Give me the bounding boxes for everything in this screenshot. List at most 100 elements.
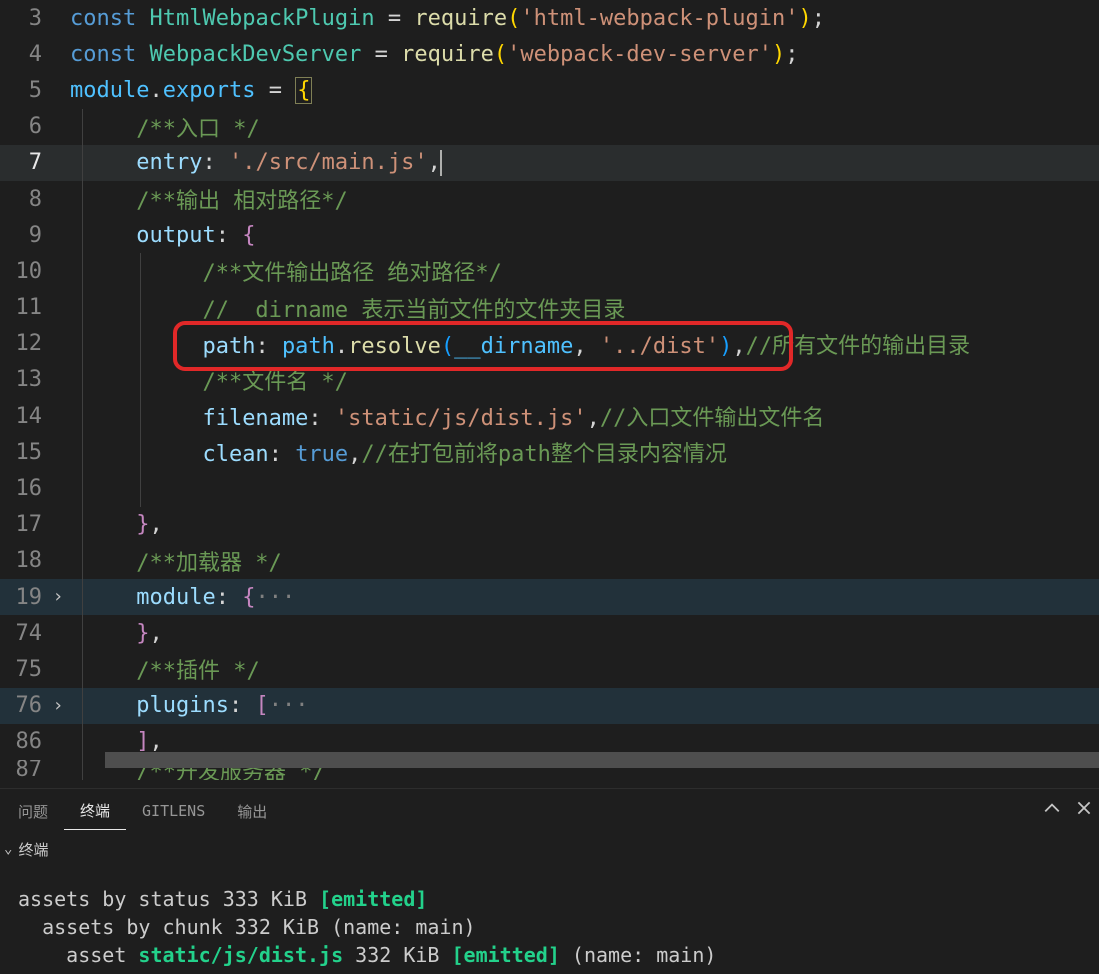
code-editor[interactable]: 3 const HtmlWebpackPlugin = require('htm… (0, 0, 1099, 788)
code-line-folded[interactable]: 76 › plugins: [··· (0, 688, 1099, 724)
line-number: 10 (0, 259, 46, 284)
colon: : (216, 585, 229, 610)
line-number: 5 (0, 78, 46, 103)
term-text: assets by chunk 332 KiB (name: main) (18, 915, 476, 939)
line-number: 11 (0, 295, 46, 320)
prop-module: module (136, 585, 215, 610)
paren: ) (799, 6, 812, 31)
code-line[interactable]: 3 const HtmlWebpackPlugin = require('htm… (0, 0, 1099, 36)
fold-ellipsis[interactable]: ··· (255, 585, 295, 610)
code-line[interactable]: 16 (0, 470, 1099, 506)
code-line[interactable]: 13 /**文件名 */ (0, 362, 1099, 398)
tab-output[interactable]: 输出 (221, 791, 283, 830)
term-text: assets by status 333 KiB (18, 887, 319, 911)
close-icon[interactable] (1075, 799, 1093, 821)
paren: ) (719, 334, 732, 359)
line-number: 87 (0, 760, 46, 780)
term-emitted: [emitted] (319, 887, 427, 911)
panel-tabbar: 问题 终端 GITLENS 输出 (0, 789, 1099, 831)
fold-ellipsis[interactable]: ··· (269, 693, 309, 718)
tab-gitlens[interactable]: GITLENS (126, 792, 221, 828)
code-line[interactable]: 10 /**文件输出路径 绝对路径*/ (0, 253, 1099, 289)
code-line[interactable]: 12 path: path.resolve(__dirname, '../dis… (0, 326, 1099, 362)
semicolon: ; (812, 6, 825, 31)
term-asset-path: static/js/dist.js (138, 943, 343, 967)
code-line[interactable]: 5 module.exports = { (0, 72, 1099, 108)
panel-sub-label: 终端 (18, 839, 48, 860)
prop-plugins: plugins (136, 693, 229, 718)
keyword-true: true (295, 442, 348, 467)
code-line[interactable]: 74 }, (0, 615, 1099, 651)
paren: ( (507, 6, 520, 31)
term-text: (name: main) (560, 943, 717, 967)
term-emitted: [emitted] (452, 943, 560, 967)
line-number: 14 (0, 404, 46, 429)
string: 'webpack-dev-server' (507, 42, 772, 67)
comment: //在打包前将path整个目录内容情况 (361, 442, 726, 467)
line-number: 74 (0, 621, 46, 646)
semicolon: ; (785, 42, 798, 67)
comment: /**输出 相对路径*/ (136, 189, 347, 214)
code-line[interactable]: 8 /**输出 相对路径*/ (0, 181, 1099, 217)
line-number: 7 (0, 150, 46, 175)
paren: ( (441, 334, 454, 359)
comma: , (348, 442, 361, 467)
line-number: 3 (0, 6, 46, 31)
horizontal-scrollbar[interactable] (105, 752, 1099, 768)
code-line-current[interactable]: 7 entry: './src/main.js', (0, 145, 1099, 181)
fold-collapsed-icon[interactable]: › (53, 697, 64, 715)
chevron-down-icon[interactable]: ⌄ (4, 841, 12, 857)
chevron-up-icon[interactable] (1043, 799, 1061, 821)
line-number: 76 (0, 693, 46, 718)
line-number: 16 (0, 476, 46, 501)
comma: , (428, 150, 441, 175)
prop-clean: clean (202, 442, 268, 467)
code-line[interactable]: 9 output: { (0, 217, 1099, 253)
comma: , (149, 621, 162, 646)
line-number: 8 (0, 187, 46, 212)
code-line[interactable]: 4 const WebpackDevServer = require('webp… (0, 36, 1099, 72)
comment: /**文件名 */ (202, 370, 347, 395)
ident: WebpackDevServer (149, 42, 361, 67)
code-line[interactable]: 75 /**插件 */ (0, 651, 1099, 687)
code-line[interactable]: 11 // dirname 表示当前文件的文件夹目录 (0, 290, 1099, 326)
code-line-folded[interactable]: 19 › module: {··· (0, 579, 1099, 615)
string: 'static/js/dist.js' (335, 406, 587, 431)
tab-terminal[interactable]: 终端 (64, 790, 126, 830)
line-number: 19 (0, 585, 46, 610)
comment: //所有文件的输出目录 (746, 334, 971, 359)
colon: : (269, 442, 282, 467)
code-line[interactable]: 15 clean: true,//在打包前将path整个目录内容情况 (0, 434, 1099, 470)
colon: : (229, 693, 242, 718)
bracket-open: [ (255, 693, 268, 718)
brace-open: { (242, 585, 255, 610)
ident: HtmlWebpackPlugin (149, 6, 374, 31)
line-number: 17 (0, 512, 46, 537)
panel-sub-header[interactable]: ⌄ 终端 (0, 831, 1099, 867)
comment: //入口文件输出文件名 (600, 406, 825, 431)
colon: : (308, 406, 321, 431)
line-number: 75 (0, 657, 46, 682)
terminal-output[interactable]: assets by status 333 KiB [emitted] asset… (0, 867, 1099, 969)
comma: , (149, 729, 162, 754)
colon: : (202, 150, 215, 175)
code-line[interactable]: 6 /**入口 */ (0, 109, 1099, 145)
colon: : (255, 334, 268, 359)
code-line[interactable]: 17 }, (0, 507, 1099, 543)
comment: /**加载器 */ (136, 551, 281, 576)
brace-close: } (136, 621, 149, 646)
line-number: 13 (0, 367, 46, 392)
code-line[interactable]: 14 filename: 'static/js/dist.js',//入口文件输… (0, 398, 1099, 434)
line-number: 12 (0, 331, 46, 356)
comma: , (732, 334, 745, 359)
fold-collapsed-icon[interactable]: › (53, 588, 64, 606)
line-number: 18 (0, 548, 46, 573)
fn-require: require (414, 6, 507, 31)
string: './src/main.js' (229, 150, 428, 175)
comment: /**文件输出路径 绝对路径*/ (202, 261, 501, 286)
tab-problems[interactable]: 问题 (2, 791, 64, 830)
text-cursor (440, 150, 442, 176)
operator: = (255, 78, 295, 103)
brace-close: } (136, 512, 149, 537)
code-line[interactable]: 18 /**加载器 */ (0, 543, 1099, 579)
